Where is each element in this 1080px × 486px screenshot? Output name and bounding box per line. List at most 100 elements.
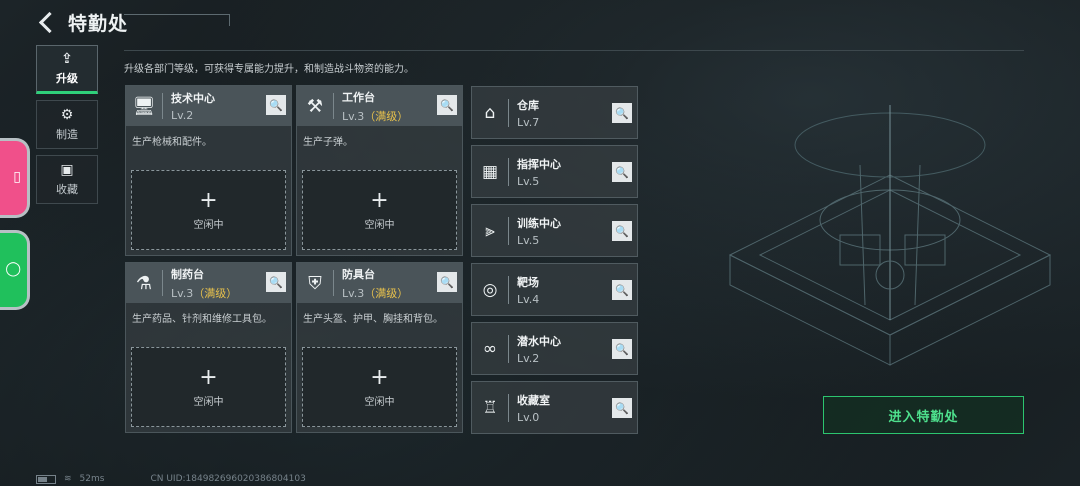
level-value: Lv.3 — [342, 109, 365, 123]
chat-app-button[interactable]: ◯ — [0, 230, 30, 310]
header: 特勤处 — [36, 8, 128, 36]
facility-card-armor[interactable]: ⛨ 防具台 Lv.3（满级） 🔍 生产头盔、护甲、胸挂和背包。 + 空闲中 — [296, 262, 463, 433]
enter-button[interactable]: 进入特勤处 — [823, 396, 1024, 434]
nav-item-label: 升级 — [56, 71, 78, 85]
collection-icon: ▣ — [60, 161, 74, 178]
room-item-diving[interactable]: ∞ 潜水中心 Lv.2 🔍 — [471, 322, 638, 375]
magnify-icon[interactable]: 🔍 — [612, 280, 632, 300]
room-item-warehouse[interactable]: ⌂ 仓库 Lv.7 🔍 — [471, 86, 638, 139]
room-name: 训练中心 — [517, 216, 561, 230]
level-value: Lv.3 — [171, 286, 194, 300]
max-label: （满级） — [364, 286, 409, 300]
chip-icon: ▦ — [481, 161, 499, 182]
separator — [508, 98, 509, 127]
chat-icon: ◯ — [5, 261, 21, 277]
facility-level: Lv.3（满级） — [171, 285, 237, 301]
facility-desc: 生产药品、针剂和维修工具包。 — [132, 314, 272, 325]
room-item-range[interactable]: ◎ 靶场 Lv.4 🔍 — [471, 263, 638, 316]
room-name: 靶场 — [517, 275, 539, 289]
room-item-training[interactable]: ⫸ 训练中心 Lv.5 🔍 — [471, 204, 638, 257]
slot-status: 空闲中 — [193, 396, 224, 408]
upgrade-icon: ⇪ — [61, 50, 73, 67]
facility-desc: 生产枪械和配件。 — [132, 137, 212, 148]
room-name: 指挥中心 — [517, 157, 561, 171]
facility-name: 防具台 — [342, 267, 375, 281]
magnify-icon[interactable]: 🔍 — [612, 339, 632, 359]
facility-level: Lv.3（满级） — [342, 285, 408, 301]
status-bar: ≋ 52ms CN UID:18498269602038680410​3 — [36, 472, 306, 486]
card-header: 🖥 技术中心 Lv.2 🔍 — [126, 86, 291, 126]
card-header: ⚒ 工作台 Lv.3（满级） 🔍 — [297, 86, 462, 126]
tools-icon: ⚒ — [306, 95, 324, 117]
slot-status: 空闲中 — [364, 396, 395, 408]
production-slot[interactable]: + 空闲中 — [131, 347, 286, 427]
magnify-icon[interactable]: 🔍 — [266, 95, 286, 115]
separator — [508, 157, 509, 186]
level-value: Lv.2 — [171, 109, 194, 122]
trophy-icon: ♖ — [482, 397, 498, 418]
plus-icon: + — [370, 364, 389, 390]
room-name: 潜水中心 — [517, 334, 561, 348]
magnify-icon[interactable]: 🔍 — [612, 398, 632, 418]
facility-card-pharmacy[interactable]: ⚗ 制药台 Lv.3（满级） 🔍 生产药品、针剂和维修工具包。 + 空闲中 — [125, 262, 292, 433]
card-header: ⛨ 防具台 Lv.3（满级） 🔍 — [297, 263, 462, 303]
max-label: （满级） — [364, 109, 409, 123]
divider — [124, 50, 1024, 51]
slot-status: 空闲中 — [364, 219, 395, 231]
ping-value: 52ms — [79, 474, 105, 484]
room-level: Lv.7 — [517, 115, 540, 129]
facility-level: Lv.3（满级） — [342, 108, 408, 124]
production-slot[interactable]: + 空闲中 — [131, 170, 286, 250]
goggles-icon: ∞ — [482, 338, 498, 359]
magnify-icon[interactable]: 🔍 — [437, 95, 457, 115]
magnify-icon[interactable]: 🔍 — [612, 162, 632, 182]
plus-icon: + — [199, 364, 218, 390]
production-slot[interactable]: + 空闲中 — [302, 347, 457, 427]
gear-icon: ⚙ — [60, 106, 74, 123]
magnify-icon[interactable]: 🔍 — [612, 221, 632, 241]
facility-card-workbench[interactable]: ⚒ 工作台 Lv.3（满级） 🔍 生产子弹。 + 空闲中 — [296, 85, 463, 256]
nav-item-upgrade[interactable]: ⇪ 升级 — [36, 45, 98, 94]
facility-card-tech[interactable]: 🖥 技术中心 Lv.2 🔍 生产枪械和配件。 + 空闲中 — [125, 85, 292, 256]
separator — [162, 93, 163, 119]
room-item-command[interactable]: ▦ 指挥中心 Lv.5 🔍 — [471, 145, 638, 198]
magnify-icon[interactable]: 🔍 — [437, 272, 457, 292]
magnify-icon[interactable]: 🔍 — [612, 103, 632, 123]
wifi-icon: ≋ — [64, 474, 72, 484]
card-header: ⚗ 制药台 Lv.3（满级） 🔍 — [126, 263, 291, 303]
dumbbell-icon: ⫸ — [485, 220, 495, 241]
facility-name: 工作台 — [342, 90, 375, 104]
level-value: Lv.3 — [342, 286, 365, 300]
room-level: Lv.0 — [517, 410, 540, 424]
room-level: Lv.4 — [517, 292, 540, 306]
uid-text: CN UID:18498269602038680410​3 — [150, 474, 306, 484]
target-icon: ◎ — [482, 279, 498, 300]
bilibili-app-button[interactable]: ▯ — [0, 138, 30, 218]
room-name: 收藏室 — [517, 393, 550, 407]
facility-hologram — [728, 105, 1052, 366]
description-text: 升级各部门等级，可获得专属能力提升，和制造战斗物资的能力。 — [124, 64, 414, 75]
production-slot[interactable]: + 空闲中 — [302, 170, 457, 250]
back-arrow-icon[interactable] — [36, 11, 58, 33]
facility-desc: 生产子弹。 — [303, 137, 353, 148]
separator — [333, 270, 334, 296]
room-level: Lv.2 — [517, 351, 540, 365]
facility-desc: 生产头盔、护甲、胸挂和背包。 — [303, 314, 443, 325]
max-label: （满级） — [193, 286, 238, 300]
separator — [508, 275, 509, 304]
room-level: Lv.5 — [517, 233, 540, 247]
separator — [333, 93, 334, 119]
nav-item-label: 制造 — [56, 127, 78, 141]
bilibili-icon: ▯ — [13, 169, 21, 185]
armor-icon: ⛨ — [308, 272, 322, 294]
nav-item-craft[interactable]: ⚙ 制造 — [36, 100, 98, 149]
left-nav: ⇪ 升级 ⚙ 制造 ▣ 收藏 — [36, 45, 98, 210]
separator — [508, 334, 509, 363]
magnify-icon[interactable]: 🔍 — [266, 272, 286, 292]
slot-status: 空闲中 — [193, 219, 224, 231]
room-level: Lv.5 — [517, 174, 540, 188]
room-item-collection[interactable]: ♖ 收藏室 Lv.0 🔍 — [471, 381, 638, 434]
nav-item-collection[interactable]: ▣ 收藏 — [36, 155, 98, 204]
warehouse-icon: ⌂ — [484, 102, 496, 123]
page-title: 特勤处 — [68, 12, 129, 35]
